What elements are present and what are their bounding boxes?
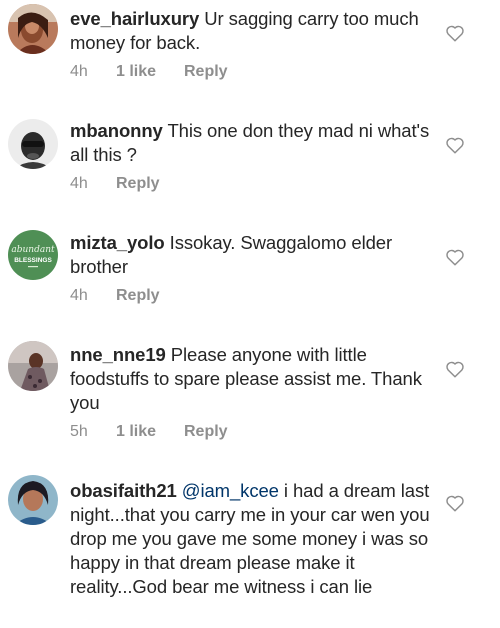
comment-meta: 5h 1 like Reply: [70, 423, 228, 441]
avatar[interactable]: abundant BLESSINGS: [8, 230, 58, 280]
comment-likes[interactable]: 1 like: [116, 423, 184, 441]
comment-time: 4h: [70, 175, 88, 192]
avatar[interactable]: [8, 475, 58, 525]
avatar-photo: [8, 4, 58, 54]
comment-text: mizta_yolo Issokay. Swaggalomo elder bro…: [70, 231, 430, 279]
avatar[interactable]: [8, 4, 58, 54]
comment-mention[interactable]: @iam_kcee: [182, 480, 279, 501]
reply-button[interactable]: Reply: [184, 423, 228, 441]
comment-likes[interactable]: 1 like: [116, 63, 184, 81]
avatar-photo: [8, 475, 58, 525]
avatar-logo-text: BLESSINGS: [14, 257, 52, 264]
reply-button[interactable]: Reply: [116, 175, 160, 193]
avatar[interactable]: [8, 119, 58, 169]
avatar-photo: [8, 341, 58, 391]
heart-outline-icon[interactable]: [445, 494, 465, 512]
comment-meta: 4h Reply: [70, 175, 160, 193]
comment-username[interactable]: obasifaith21: [70, 480, 177, 501]
comment-text: eve_hairluxury Ur sagging carry too much…: [70, 7, 430, 55]
reply-button[interactable]: Reply: [184, 63, 228, 81]
comment-username[interactable]: mizta_yolo: [70, 232, 165, 253]
comment-time: 4h: [70, 287, 88, 304]
comment-time: 5h: [70, 423, 88, 440]
comment-username[interactable]: mbanonny: [70, 120, 163, 141]
avatar-logo: abundant BLESSINGS: [8, 230, 58, 280]
comment-meta: 4h Reply: [70, 287, 160, 305]
avatar[interactable]: [8, 341, 58, 391]
comment-time: 4h: [70, 63, 88, 80]
reply-button[interactable]: Reply: [116, 287, 160, 305]
avatar-photo: [8, 119, 58, 169]
heart-outline-icon[interactable]: [445, 360, 465, 378]
avatar-logo-text: abundant: [11, 245, 55, 255]
comment-text: mbanonny This one don they mad ni what's…: [70, 119, 430, 167]
comment-username[interactable]: nne_nne19: [70, 344, 166, 365]
comment-username[interactable]: eve_hairluxury: [70, 8, 199, 29]
heart-outline-icon[interactable]: [445, 24, 465, 42]
comment-meta: 4h 1 like Reply: [70, 63, 228, 81]
comment-text: nne_nne19 Please anyone with little food…: [70, 343, 430, 415]
heart-outline-icon[interactable]: [445, 248, 465, 266]
heart-outline-icon[interactable]: [445, 136, 465, 154]
comment-text: obasifaith21 @iam_kcee i had a dream las…: [70, 479, 430, 599]
